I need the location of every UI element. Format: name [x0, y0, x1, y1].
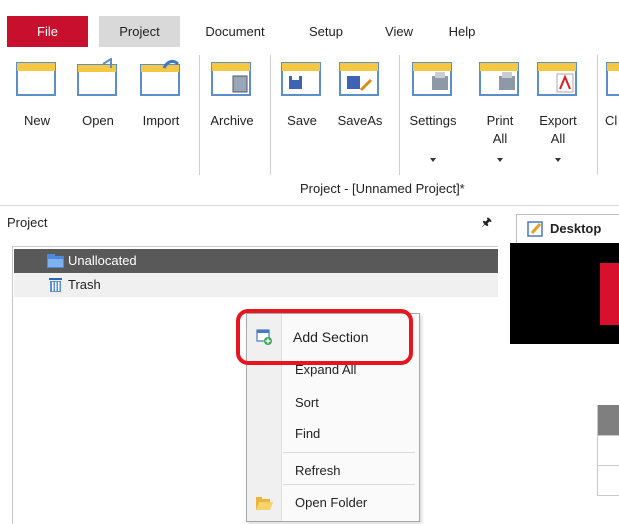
export-dropdown-caret[interactable]: [555, 158, 561, 162]
menu-view[interactable]: View: [371, 16, 427, 47]
tree-item-unallocated[interactable]: Unallocated: [14, 249, 498, 273]
archive-icon: [211, 62, 251, 96]
menu-help[interactable]: Help: [433, 16, 491, 47]
pane-title: Project: [7, 215, 48, 230]
table-gridline: [597, 405, 598, 496]
settings-button[interactable]: Settings: [398, 47, 468, 175]
folder-icon: [47, 254, 64, 268]
open-folder-icon: [77, 58, 117, 96]
menu-project[interactable]: Project: [99, 16, 180, 47]
ribbon-group-label: Project - [Unnamed Project]*: [300, 181, 465, 196]
table-gridline: [597, 435, 619, 436]
add-section-label[interactable]: Add Section: [293, 329, 369, 345]
import-folder-icon: [140, 59, 180, 96]
save-icon: [281, 62, 321, 96]
tree-item-label: Unallocated: [68, 253, 137, 268]
logo-shape: [600, 263, 619, 325]
settings-icon: [412, 62, 452, 96]
export-all-button[interactable]: Export All: [523, 47, 593, 175]
partial-button[interactable]: Cl: [600, 47, 619, 175]
open-button[interactable]: Open: [63, 47, 133, 175]
save-as-button[interactable]: SaveAs: [325, 47, 395, 175]
menu-item-sort[interactable]: Sort: [247, 390, 419, 416]
new-button[interactable]: New: [2, 47, 72, 175]
ribbon: New Open Import Archive Save SaveAs Sett…: [0, 47, 619, 206]
menu-item-find[interactable]: Find: [247, 421, 419, 447]
open-folder-icon: [256, 497, 273, 510]
menu-bar: File Project Document Setup View Help: [0, 16, 619, 47]
new-folder-icon: [16, 62, 56, 96]
partial-icon: [606, 62, 619, 96]
tree-item-trash[interactable]: Trash: [14, 273, 498, 297]
menu-separator: [283, 452, 415, 453]
tab-desktop-label: Desktop: [550, 221, 602, 236]
import-button[interactable]: Import: [126, 47, 196, 175]
menu-file[interactable]: File: [7, 16, 88, 47]
menu-setup[interactable]: Setup: [290, 16, 362, 47]
trash-icon: [49, 278, 62, 292]
ribbon-separator: [597, 55, 598, 175]
tab-desktop[interactable]: Desktop: [516, 214, 619, 243]
print-dropdown-caret[interactable]: [497, 158, 503, 162]
save-as-icon: [339, 62, 379, 96]
menu-document[interactable]: Document: [190, 16, 280, 47]
print-icon: [479, 62, 519, 96]
archive-button[interactable]: Archive: [197, 47, 267, 175]
tree-item-label: Trash: [68, 277, 101, 292]
table-header: [597, 405, 619, 435]
menu-item-refresh[interactable]: Refresh: [247, 458, 419, 484]
table-gridline: [597, 495, 619, 496]
menu-separator: [283, 484, 415, 485]
table-gridline: [597, 465, 619, 466]
settings-dropdown-caret[interactable]: [430, 158, 436, 162]
pin-icon[interactable]: 🖈: [481, 213, 492, 234]
pdf-export-icon: [537, 62, 577, 96]
edit-document-icon: [527, 221, 543, 237]
menu-item-open-folder[interactable]: Open Folder: [247, 490, 419, 516]
